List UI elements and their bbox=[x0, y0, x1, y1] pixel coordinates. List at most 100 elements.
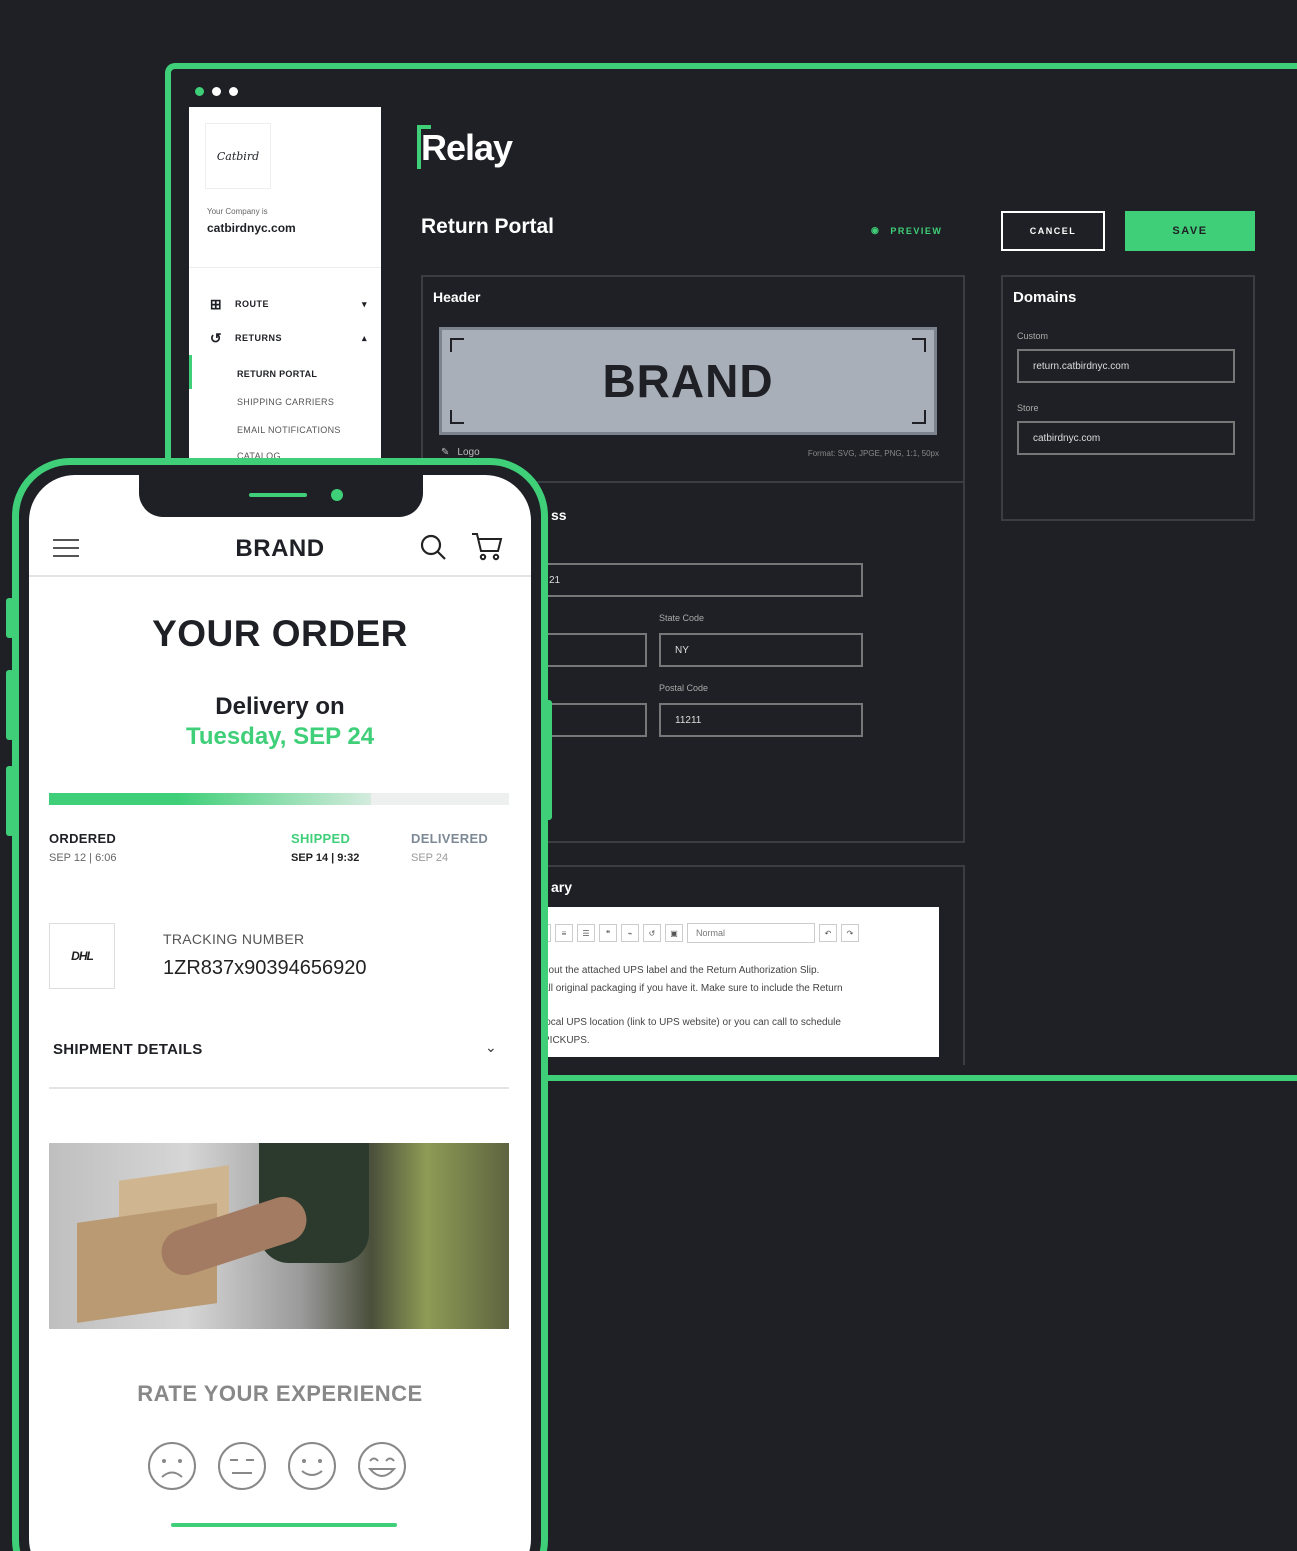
quote-icon[interactable]: ❝ bbox=[599, 924, 617, 942]
header-panel-title: Header bbox=[433, 289, 481, 305]
company-label: Your Company is bbox=[207, 207, 268, 216]
summary-panel-title: ary bbox=[551, 879, 573, 895]
rich-text-editor[interactable]: U ≡ ☰ ❝ ⌁ ↺ ▣ Normal ↶ ↷ t out the attac… bbox=[533, 907, 939, 1057]
preview-link[interactable]: ◉ PREVIEW bbox=[871, 225, 942, 236]
order-title: YOUR ORDER bbox=[152, 613, 408, 654]
speaker-grille bbox=[249, 493, 307, 497]
sidebar: Catbird Your Company is catbirdnyc.com ⊞… bbox=[189, 107, 381, 467]
route-icon: ⊞ bbox=[209, 296, 223, 312]
sidebar-subitem-shipping-carriers[interactable]: SHIPPING CARRIERS bbox=[237, 397, 334, 407]
rating-faces bbox=[147, 1441, 407, 1491]
sidebar-item-label: ROUTE bbox=[235, 299, 269, 309]
active-indicator bbox=[189, 355, 192, 389]
chevron-down-icon[interactable]: ⌄ bbox=[485, 1039, 497, 1056]
stage-date: SEP 14 | 9:32 bbox=[291, 852, 360, 864]
stage-date: SEP 12 | 6:06 bbox=[49, 852, 117, 864]
window-dot[interactable] bbox=[229, 87, 238, 96]
editor-line: t out the attached UPS label and the Ret… bbox=[543, 965, 820, 976]
brand-title: BRAND bbox=[235, 535, 325, 562]
app-logo: Relay bbox=[421, 127, 513, 168]
link-icon[interactable]: ⌁ bbox=[621, 924, 639, 942]
progress-fill bbox=[49, 793, 371, 805]
sidebar-item-returns[interactable]: ↺ RETURNS ▴ bbox=[207, 329, 367, 347]
domains-title: Domains bbox=[1013, 289, 1077, 306]
shipment-progress-bar bbox=[49, 793, 509, 805]
neutral-face-icon[interactable] bbox=[217, 1441, 267, 1491]
preview-label: PREVIEW bbox=[890, 225, 943, 236]
stage-label: SHIPPED bbox=[291, 831, 351, 846]
image-icon[interactable]: ▣ bbox=[665, 924, 683, 942]
window-dot[interactable] bbox=[195, 87, 204, 96]
chevron-up-icon: ▴ bbox=[361, 332, 367, 343]
address-field[interactable]: 21 bbox=[533, 563, 863, 597]
stage-label: ORDERED bbox=[49, 831, 117, 846]
sidebar-item-route[interactable]: ⊞ ROUTE ▾ bbox=[207, 295, 367, 313]
phone-header: BRAND bbox=[29, 527, 531, 577]
search-icon[interactable] bbox=[419, 533, 447, 561]
brand-logo-dropzone[interactable]: BRAND bbox=[439, 327, 937, 435]
editor-line: PICKUPS. bbox=[543, 1035, 590, 1046]
postal-field[interactable]: 11211 bbox=[659, 703, 863, 737]
carrier-logo: DHL bbox=[49, 923, 115, 989]
chevron-down-icon: ▾ bbox=[361, 298, 367, 309]
save-button[interactable]: SAVE bbox=[1125, 211, 1255, 251]
delivery-label: Delivery on bbox=[215, 693, 345, 720]
stage-ordered: ORDERED SEP 12 | 6:06 bbox=[49, 831, 116, 864]
window-dot[interactable] bbox=[212, 87, 221, 96]
sidebar-subitem-return-portal[interactable]: RETURN PORTAL bbox=[237, 369, 317, 379]
sidebar-divider bbox=[189, 267, 381, 268]
window-controls bbox=[195, 87, 238, 96]
tracking-number[interactable]: 1ZR837x90394656920 bbox=[163, 957, 367, 980]
custom-label: Custom bbox=[1017, 331, 1049, 341]
sidebar-subitem-email-notifications[interactable]: EMAIL NOTIFICATIONS bbox=[237, 425, 341, 435]
tracking-label: TRACKING NUMBER bbox=[163, 931, 305, 947]
delivery-date: Tuesday, SEP 24 bbox=[185, 723, 375, 750]
page-title: Return Portal bbox=[421, 215, 555, 238]
cancel-button[interactable]: CANCEL bbox=[1001, 211, 1105, 251]
returns-icon: ↺ bbox=[209, 330, 223, 346]
unordered-list-icon[interactable]: ☰ bbox=[577, 924, 595, 942]
store-domain-field[interactable]: catbirdnyc.com bbox=[1017, 421, 1235, 455]
custom-domain-field[interactable]: return.catbirdnyc.com bbox=[1017, 349, 1235, 383]
editor-line: all original packaging if you have it. M… bbox=[543, 983, 843, 994]
logo-edit[interactable]: ✎ Logo bbox=[441, 447, 480, 458]
logo-label: Logo bbox=[457, 447, 480, 458]
format-select[interactable]: Normal bbox=[687, 923, 815, 943]
editor-line: local UPS location (link to UPS website)… bbox=[543, 1017, 841, 1028]
home-indicator bbox=[171, 1523, 397, 1527]
big-smile-face-icon[interactable] bbox=[357, 1441, 407, 1491]
divider bbox=[49, 1087, 509, 1089]
stage-label: DELIVERED bbox=[411, 831, 489, 846]
editor-toolbar: U ≡ ☰ ❝ ⌁ ↺ ▣ Normal ↶ ↷ bbox=[533, 923, 859, 943]
stage-delivered: DELIVERED SEP 24 bbox=[411, 831, 488, 864]
smile-face-icon[interactable] bbox=[287, 1441, 337, 1491]
domains-panel: Domains Custom return.catbirdnyc.com Sto… bbox=[1001, 275, 1255, 521]
sidebar-item-label: RETURNS bbox=[235, 333, 283, 343]
phone-screen: BRAND YOUR ORDER Delivery on Tuesday, SE… bbox=[29, 475, 531, 1551]
phone-mockup: BRAND YOUR ORDER Delivery on Tuesday, SE… bbox=[12, 458, 548, 1551]
phone-notch bbox=[139, 475, 423, 517]
camera-dot bbox=[331, 489, 343, 501]
header-panel: Header BRAND ✎ Logo Format: SVG, JPGE, P… bbox=[421, 275, 965, 483]
undo-icon[interactable]: ↶ bbox=[819, 924, 837, 942]
delivery-photo bbox=[49, 1143, 509, 1329]
very-sad-face-icon[interactable] bbox=[147, 1441, 197, 1491]
brand-placeholder: BRAND bbox=[602, 355, 774, 407]
state-label: State Code bbox=[659, 613, 705, 623]
stage-date: SEP 24 bbox=[411, 852, 449, 864]
company-url: catbirdnyc.com bbox=[207, 221, 296, 235]
store-label: Store bbox=[1017, 403, 1039, 413]
edit-icon: ✎ bbox=[441, 447, 450, 458]
city-field[interactable] bbox=[533, 633, 647, 667]
postal-label: Postal Code bbox=[659, 683, 709, 693]
unlink-icon[interactable]: ↺ bbox=[643, 924, 661, 942]
address-panel-title: ss bbox=[551, 507, 567, 523]
format-note: Format: SVG, JPGE, PNG, 1:1, 50px bbox=[807, 449, 939, 458]
stage-shipped: SHIPPED SEP 14 | 9:32 bbox=[291, 831, 359, 864]
cart-icon[interactable] bbox=[471, 531, 503, 561]
ordered-list-icon[interactable]: ≡ bbox=[555, 924, 573, 942]
rate-title: RATE YOUR EXPERIENCE bbox=[137, 1381, 423, 1406]
state-field[interactable]: NY bbox=[659, 633, 863, 667]
shipment-details-toggle[interactable]: SHIPMENT DETAILS bbox=[53, 1041, 203, 1058]
redo-icon[interactable]: ↷ bbox=[841, 924, 859, 942]
